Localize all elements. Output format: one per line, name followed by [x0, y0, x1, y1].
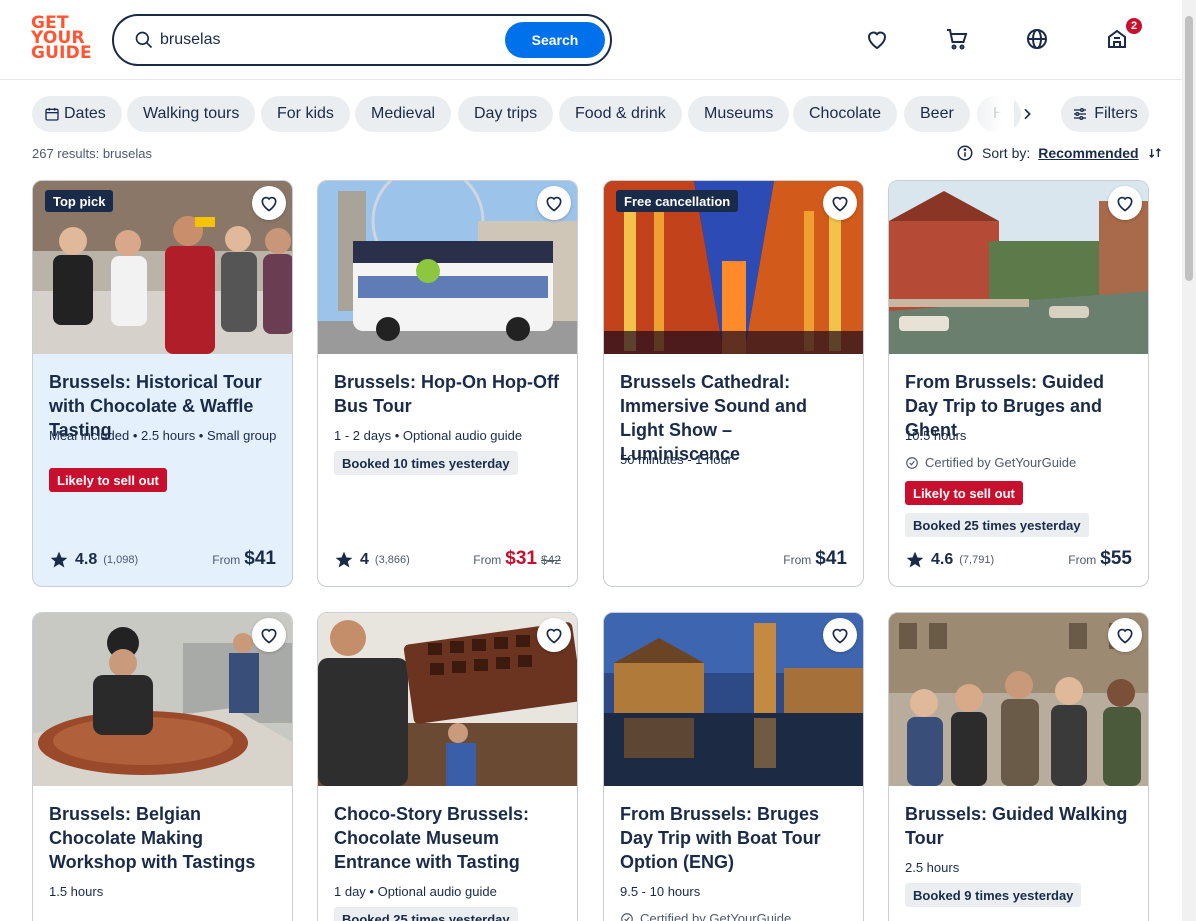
- heart-icon[interactable]: [537, 618, 571, 652]
- activity-meta: 1 - 2 days • Optional audio guide: [334, 428, 523, 443]
- activity-image: [318, 613, 577, 786]
- top-pick-badge: Top pick: [45, 190, 114, 212]
- activity-image: [33, 613, 292, 786]
- heart-icon[interactable]: [252, 186, 286, 220]
- activity-meta: 1 day • Optional audio guide: [334, 884, 497, 899]
- chevron-right-icon[interactable]: [1014, 101, 1040, 127]
- star-icon: [50, 551, 68, 568]
- check-badge-icon: [906, 456, 918, 469]
- activity-card[interactable]: Brussels: Belgian Chocolate Making Works…: [32, 612, 293, 921]
- sort-arrows-icon[interactable]: [1147, 145, 1163, 161]
- activity-meta: Meal included • 2.5 hours • Small group: [49, 428, 277, 443]
- sort-dropdown[interactable]: Recommended: [1038, 145, 1138, 161]
- activity-title[interactable]: From Brussels: Bruges Day Trip with Boat…: [620, 802, 852, 874]
- wishlist-heart-icon[interactable]: [862, 24, 892, 54]
- activity-card[interactable]: Choco-Story Brussels: Chocolate Museum E…: [317, 612, 578, 921]
- chip-walking-tours[interactable]: Walking tours: [127, 96, 256, 132]
- calendar-icon: [45, 108, 59, 121]
- certified-label: Certified by GetYourGuide: [620, 911, 791, 921]
- sell-out-tag: Likely to sell out: [905, 481, 1023, 505]
- activity-title[interactable]: Brussels: Hop-On Hop-Off Bus Tour: [334, 370, 566, 418]
- heart-icon[interactable]: [537, 186, 571, 220]
- star-icon: [335, 551, 353, 568]
- search-input[interactable]: [160, 26, 500, 54]
- chip-food-drink[interactable]: Food & drink: [559, 96, 682, 132]
- sort-label: Sort by:: [982, 145, 1031, 161]
- booked-tag: Booked 25 times yesterday: [334, 907, 518, 921]
- activity-card[interactable]: Brussels: Hop-On Hop-Off Bus Tour 1 - 2 …: [317, 180, 578, 587]
- rating: 4.8 (1,098): [49, 550, 138, 570]
- search-bar: Search: [112, 14, 612, 66]
- chip-museums[interactable]: Museums: [688, 96, 790, 132]
- cart-count-badge: 2: [1125, 17, 1143, 35]
- page-scrollbar[interactable]: [1182, 0, 1196, 921]
- filters-button[interactable]: Filters: [1061, 96, 1149, 132]
- results-count: 267 results: bruselas: [32, 146, 152, 161]
- booked-tag: Booked 9 times yesterday: [905, 883, 1082, 907]
- activity-image: [604, 613, 863, 786]
- scrollbar-thumb[interactable]: [1185, 16, 1193, 281]
- search-button[interactable]: Search: [505, 22, 605, 58]
- heart-icon[interactable]: [1108, 618, 1142, 652]
- rating: 4.6 (7,791): [905, 550, 994, 570]
- top-header: GET YOUR GUIDE Search 2: [0, 0, 1182, 80]
- activity-meta: 9.5 - 10 hours: [620, 884, 701, 899]
- star-icon: [906, 551, 924, 568]
- booked-tag: Booked 25 times yesterday: [905, 513, 1089, 537]
- search-icon: [135, 31, 153, 49]
- cart-icon[interactable]: [942, 24, 972, 54]
- activity-meta: 2.5 hours: [905, 860, 960, 875]
- free-cancellation-badge: Free cancellation: [616, 190, 739, 212]
- activity-image: Top pick: [33, 181, 292, 354]
- certified-label: Certified by GetYourGuide: [905, 455, 1076, 470]
- activity-card[interactable]: Brussels: Guided Walking Tour 2.5 hours …: [888, 612, 1149, 921]
- sell-out-tag: Likely to sell out: [49, 468, 167, 492]
- chip-dates[interactable]: Dates: [32, 96, 122, 132]
- booked-tag: Booked 10 times yesterday: [334, 451, 518, 475]
- activity-meta: 50 minutes - 1 hour: [620, 452, 733, 467]
- heart-icon[interactable]: [823, 186, 857, 220]
- category-chips: Dates Walking tours For kids Medieval Da…: [32, 96, 1062, 132]
- heart-icon[interactable]: [1108, 186, 1142, 220]
- check-badge-icon: [621, 912, 633, 921]
- price: From $41: [212, 548, 276, 569]
- price: From $31 $42: [473, 548, 561, 569]
- chip-day-trips[interactable]: Day trips: [458, 96, 554, 132]
- activity-image: [318, 181, 577, 354]
- getyourguide-logo[interactable]: GET YOUR GUIDE: [31, 15, 92, 62]
- globe-icon[interactable]: [1022, 24, 1052, 54]
- price: From $55: [1068, 548, 1132, 569]
- info-icon[interactable]: [956, 144, 974, 162]
- price: From $41: [783, 548, 847, 569]
- activity-image: [889, 181, 1148, 354]
- chip-chocolate[interactable]: Chocolate: [793, 96, 898, 132]
- activity-image: Free cancellation: [604, 181, 863, 354]
- activity-card[interactable]: Free cancellation Brussels Cathedral: Im…: [603, 180, 864, 587]
- chips-fade: [974, 96, 1014, 132]
- activity-image: [889, 613, 1148, 786]
- sliders-icon: [1074, 108, 1087, 120]
- activity-title[interactable]: Brussels: Belgian Chocolate Making Works…: [49, 802, 281, 874]
- activity-title[interactable]: Brussels: Guided Walking Tour: [905, 802, 1137, 850]
- sort-bar: Sort by: Recommended: [956, 144, 1163, 162]
- chip-beer[interactable]: Beer: [904, 96, 970, 132]
- activity-title[interactable]: Choco-Story Brussels: Chocolate Museum E…: [334, 802, 566, 874]
- rating: 4 (3,866): [334, 550, 410, 570]
- chip-for-kids[interactable]: For kids: [261, 96, 350, 132]
- activity-meta: 1.5 hours: [49, 884, 104, 899]
- heart-icon[interactable]: [823, 618, 857, 652]
- activity-card[interactable]: From Brussels: Bruges Day Trip with Boat…: [603, 612, 864, 921]
- chip-medieval[interactable]: Medieval: [355, 96, 452, 132]
- activity-meta: 10.5 hours: [905, 428, 967, 443]
- activity-card[interactable]: From Brussels: Guided Day Trip to Bruges…: [888, 180, 1149, 587]
- activity-card[interactable]: Top pick Brussels: Historical Tour with …: [32, 180, 293, 587]
- heart-icon[interactable]: [252, 618, 286, 652]
